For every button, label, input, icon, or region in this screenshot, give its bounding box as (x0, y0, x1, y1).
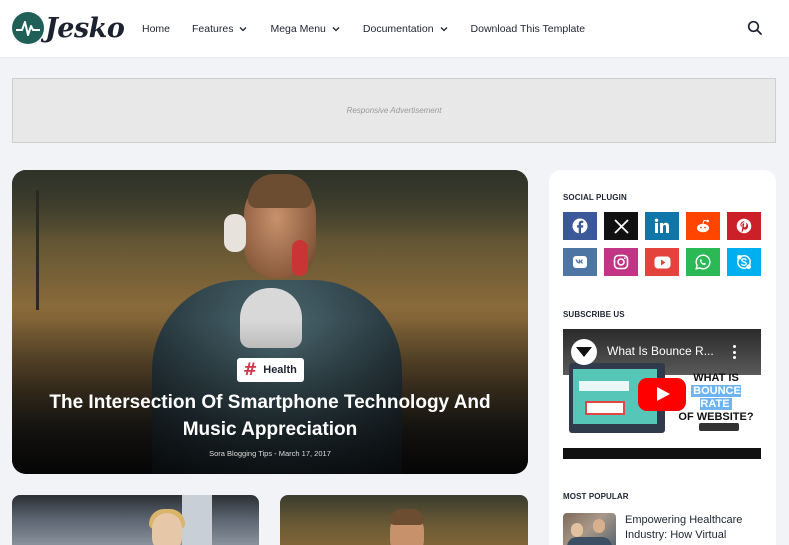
skype-button[interactable] (727, 248, 761, 276)
x-icon (613, 218, 629, 234)
nav-download-template[interactable]: Download This Template (471, 23, 586, 35)
vk-button[interactable] (563, 248, 597, 276)
subscribe-title: SUBSCRIBE US (563, 310, 625, 319)
channel-logo-icon (576, 347, 592, 357)
site-logo[interactable]: Jesko (12, 11, 125, 45)
sidebar: SOCIAL PLUGIN SUBSCRIBE US WHAT IS BOUNC… (549, 170, 776, 545)
nav-mega-menu[interactable]: Mega Menu (270, 23, 340, 35)
facebook-button[interactable] (563, 212, 597, 240)
video-thumb-pill (699, 423, 739, 431)
nav-documentation-label: Documentation (362, 22, 434, 35)
category-label: Health (263, 364, 297, 376)
hero-image-headphone-right (292, 240, 308, 276)
linkedin-button[interactable] (645, 212, 679, 240)
chevron-down-icon (239, 26, 247, 31)
thumbnail-figure (567, 537, 612, 545)
popular-post-thumbnail[interactable] (563, 513, 616, 545)
instagram-icon (613, 254, 629, 270)
thumbnail-hair (390, 509, 424, 525)
youtube-icon (654, 256, 670, 268)
search-icon[interactable] (747, 20, 763, 36)
video-embed[interactable]: WHAT IS BOUNCE RATE OF WEBSITE? What Is … (563, 329, 761, 459)
pinterest-button[interactable] (727, 212, 761, 240)
advertisement-label: Responsive Advertisement (346, 106, 442, 115)
nav-features[interactable]: Features (192, 23, 248, 35)
post-thumbnail[interactable] (280, 495, 528, 545)
video-thumb-bar (579, 381, 629, 391)
site-header: Jesko Home Features Mega Menu Documentat… (0, 0, 789, 57)
thumbnail-face (571, 523, 583, 537)
post-thumbnail[interactable] (12, 495, 259, 545)
video-bottom-bar (563, 448, 761, 459)
vk-icon (573, 256, 587, 268)
hero-image-hair (248, 174, 312, 208)
whatsapp-button[interactable] (686, 248, 720, 276)
skype-icon (737, 255, 751, 269)
featured-post[interactable]: # Health The Intersection Of Smartphone … (12, 170, 528, 474)
facebook-icon (572, 218, 588, 234)
instagram-button[interactable] (604, 248, 638, 276)
video-title[interactable]: What Is Bounce R... (607, 344, 714, 358)
hero-image-pole (36, 190, 39, 310)
linkedin-icon (654, 218, 669, 233)
popular-post-title[interactable]: Empowering Healthcare Industry: How Virt… (625, 513, 765, 543)
video-thumb-line2: BOUNCE RATE (691, 385, 741, 410)
youtube-button[interactable] (645, 248, 679, 276)
nav-features-label: Features (192, 22, 234, 35)
pinterest-icon (736, 218, 752, 234)
featured-post-title[interactable]: The Intersection Of Smartphone Technolog… (12, 389, 528, 443)
x-twitter-button[interactable] (604, 212, 638, 240)
main-nav: Home Features Mega Menu Documentation Do… (142, 0, 607, 57)
chevron-down-icon (332, 26, 340, 31)
nav-home[interactable]: Home (142, 23, 170, 35)
hash-icon: # (243, 359, 258, 380)
site-name: Jesko (45, 12, 125, 44)
featured-post-meta: Sora Blogging Tips - March 17, 2017 (209, 449, 331, 458)
nav-download-label: Download This Template (470, 22, 586, 35)
advertisement-slot[interactable]: Responsive Advertisement (12, 78, 776, 143)
channel-avatar[interactable] (571, 339, 597, 365)
reddit-button[interactable] (686, 212, 720, 240)
video-thumb-line3: OF WEBSITE? (678, 411, 754, 423)
video-thumb-box (585, 401, 625, 415)
video-thumb-text: WHAT IS BOUNCE RATE OF WEBSITE? (676, 372, 756, 424)
whatsapp-icon (695, 254, 711, 270)
chevron-down-icon (440, 26, 447, 31)
nav-documentation[interactable]: Documentation (363, 23, 449, 35)
logo-mark-icon (12, 12, 44, 44)
reddit-icon (697, 219, 709, 233)
popular-post-item[interactable]: Empowering Healthcare Industry: How Virt… (563, 513, 763, 545)
social-plugin-title: SOCIAL PLUGIN (563, 193, 627, 202)
hero-image-headphone (224, 214, 246, 252)
video-thumb-line1: WHAT IS (693, 372, 739, 384)
most-popular-title: MOST POPULAR (563, 492, 629, 501)
youtube-play-button[interactable] (638, 378, 686, 411)
more-options-icon[interactable] (733, 345, 737, 359)
thumbnail-pillar (182, 495, 212, 545)
category-badge[interactable]: # Health (237, 358, 304, 382)
nav-mega-menu-label: Mega Menu (270, 22, 326, 35)
thumbnail-face (593, 519, 605, 533)
nav-home-label: Home (142, 22, 171, 35)
thumbnail-face (152, 513, 182, 545)
